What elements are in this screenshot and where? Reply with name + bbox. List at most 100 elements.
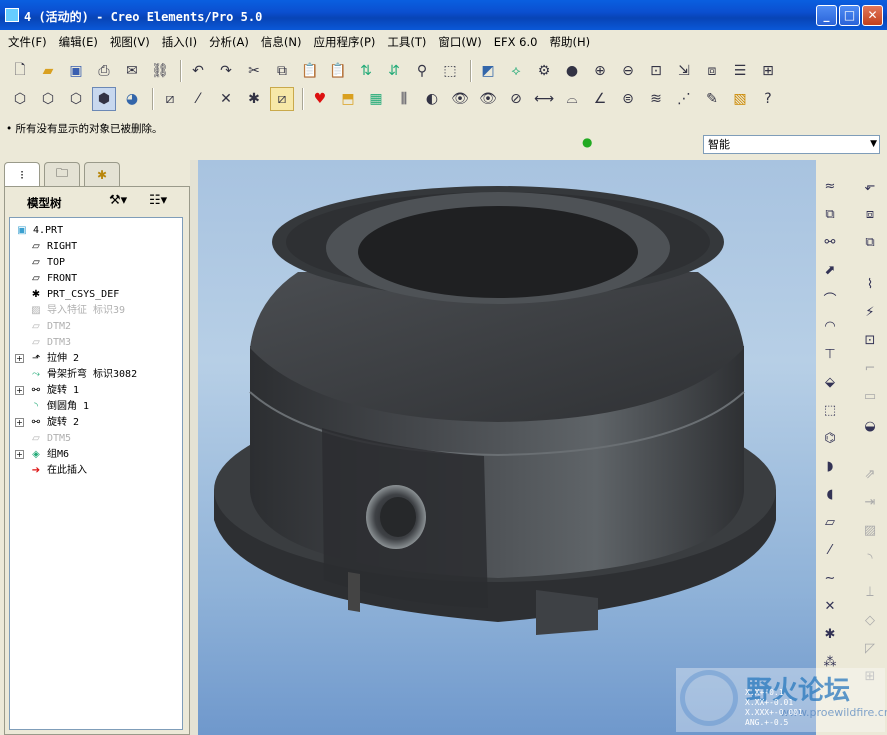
cut-icon[interactable]: ✂ <box>242 59 266 83</box>
datum-point-display-icon[interactable]: ✕ <box>214 87 238 111</box>
expand-toggle-icon[interactable]: + <box>15 450 24 459</box>
tree-item[interactable]: ▱ DTM2 <box>28 318 71 334</box>
rib-tool-icon[interactable]: ◗ <box>818 454 842 478</box>
minimize-button[interactable]: _ <box>816 5 837 26</box>
menu-analysis[interactable]: 分析(A) <box>205 34 257 50</box>
tree-item[interactable]: ▱ RIGHT <box>28 238 77 254</box>
title-bar[interactable]: 4 (活动的) - Creo Elements/Pro 5.0 _ □ ✕ <box>0 0 887 30</box>
datum-point-icon[interactable]: ⬈ <box>818 258 842 282</box>
orient-mode-icon[interactable]: ⚙ <box>532 59 556 83</box>
relations-icon[interactable]: ▧ <box>728 87 752 111</box>
menu-window[interactable]: 窗口(W) <box>434 34 489 50</box>
extend-icon[interactable]: ⌐ <box>858 356 882 380</box>
tree-item[interactable]: ⚯ 旋转 1 <box>28 382 79 398</box>
curvature-icon[interactable]: ≋ <box>644 87 668 111</box>
tree-item[interactable]: ▣ 4.PRT <box>14 222 63 238</box>
graphics-viewport[interactable] <box>198 160 816 735</box>
menu-applications[interactable]: 应用程序(P) <box>309 34 383 50</box>
redo-icon[interactable]: ↷ <box>214 59 238 83</box>
blend-tool-icon[interactable]: ⬙ <box>818 370 842 394</box>
tab-model-tree[interactable]: ⁝ <box>4 162 40 186</box>
model-tree-setup-icon[interactable]: ◕ <box>120 87 144 111</box>
pattern-icon[interactable]: ⌇ <box>858 272 882 296</box>
datum-csys-icon[interactable]: ⧉ <box>818 202 842 226</box>
csys-tool-icon[interactable]: ✱ <box>818 622 842 646</box>
copy-feature-icon[interactable]: ⧈ <box>858 202 882 226</box>
style-icon[interactable]: ◸ <box>858 636 882 660</box>
annotation-display-icon[interactable]: ⧄ <box>270 87 294 111</box>
tree-item[interactable]: ◝ 倒圆角 1 <box>28 398 89 414</box>
tree-item[interactable]: ➔ 在此插入 <box>28 462 87 478</box>
maximize-button[interactable]: □ <box>839 5 860 26</box>
select-box-icon[interactable]: ⬚ <box>438 59 462 83</box>
send-mail-icon[interactable]: ✉ <box>120 59 144 83</box>
layers-icon[interactable]: ☰ <box>728 59 752 83</box>
manufacturing-icon[interactable]: ⬒ <box>336 87 360 111</box>
warp-icon[interactable]: ⟘ <box>858 580 882 604</box>
menu-file[interactable]: 文件(F) <box>4 34 55 50</box>
repaint-icon[interactable]: ◩ <box>476 59 500 83</box>
tree-item[interactable]: ▨ 导入特征 标识39 <box>28 302 125 318</box>
menu-info[interactable]: 信息(N) <box>257 34 310 50</box>
tree-item[interactable]: ▱ FRONT <box>28 270 77 286</box>
refit-icon[interactable]: ⊡ <box>644 59 668 83</box>
measure-distance-icon[interactable]: ⟷ <box>532 87 556 111</box>
show-icon[interactable]: 👁 <box>448 87 472 111</box>
project-icon[interactable]: ▨ <box>858 518 882 542</box>
panel-splitter[interactable] <box>190 160 198 735</box>
open-file-icon[interactable]: ▰ <box>36 59 60 83</box>
mirror-icon[interactable]: ⧉ <box>858 230 882 254</box>
appearance-icon[interactable]: ● <box>560 59 584 83</box>
menu-help[interactable]: 帮助(H) <box>545 34 598 50</box>
tab-folder-browser[interactable]: 🗀 <box>44 162 80 186</box>
point-tool-icon[interactable]: ✕ <box>818 594 842 618</box>
expand-toggle-icon[interactable]: + <box>15 354 24 363</box>
revolve-tool-icon[interactable]: ◠ <box>818 314 842 338</box>
datum-axis-icon[interactable]: ⚯ <box>818 230 842 254</box>
new-file-icon[interactable]: 🗋 <box>8 59 32 83</box>
favorite-icon[interactable]: ♥ <box>308 87 332 111</box>
tree-item[interactable]: ✱ PRT_CSYS_DEF <box>28 286 119 302</box>
measure-angle-icon[interactable]: ∠ <box>588 87 612 111</box>
no-hidden-icon[interactable]: ⬡ <box>64 87 88 111</box>
copy-icon[interactable]: ⧉ <box>270 59 294 83</box>
close-button[interactable]: ✕ <box>862 5 883 26</box>
plane-tool-icon[interactable]: ▱ <box>818 510 842 534</box>
tree-item[interactable]: ◈ 组M6 <box>28 446 69 462</box>
undo-icon[interactable]: ↶ <box>186 59 210 83</box>
offset-icon[interactable]: ▭ <box>858 384 882 408</box>
regenerate-icon[interactable]: ⇅ <box>354 59 378 83</box>
regen-manager-icon[interactable]: ⇵ <box>382 59 406 83</box>
paste-icon[interactable]: 📋 <box>298 59 322 83</box>
intersect-icon[interactable]: ⇥ <box>858 490 882 514</box>
reorient-icon[interactable]: ⇲ <box>672 59 696 83</box>
tab-favorites[interactable]: ✱ <box>84 162 120 186</box>
measure-area-icon[interactable]: ⊜ <box>616 87 640 111</box>
wrap-icon[interactable]: ◝ <box>858 546 882 570</box>
thicken-icon[interactable]: ◒ <box>858 414 882 438</box>
sweep-tool-icon[interactable]: ⊤ <box>818 342 842 366</box>
sketch-icon[interactable]: ✎ <box>700 87 724 111</box>
zoom-in-icon[interactable]: ⊕ <box>588 59 612 83</box>
paste-special-icon[interactable]: 📋 <box>326 59 350 83</box>
print-icon[interactable]: ⎙ <box>92 59 116 83</box>
unhide-icon[interactable]: ⊘ <box>504 87 528 111</box>
menu-edit[interactable]: 编辑(E) <box>55 34 106 50</box>
draft-analysis-icon[interactable]: ⋰ <box>672 87 696 111</box>
selection-filter[interactable]: 智能 ▼ <box>703 135 880 154</box>
context-help-icon[interactable]: ? <box>756 87 780 111</box>
view-manager-icon[interactable]: ⊞ <box>756 59 780 83</box>
shading-icon[interactable]: ⬢ <box>92 87 116 111</box>
shell-tool-icon[interactable]: ⌬ <box>818 426 842 450</box>
curve-tool-icon[interactable]: ∼ <box>818 566 842 590</box>
hole-tool-icon[interactable]: ⬚ <box>818 398 842 422</box>
datum-axis-display-icon[interactable]: ⁄ <box>186 87 210 111</box>
mold-icon[interactable]: ▦ <box>364 87 388 111</box>
solidify-icon[interactable]: ⇗ <box>858 462 882 486</box>
expand-toggle-icon[interactable]: + <box>15 386 24 395</box>
tree-item[interactable]: ▱ DTM5 <box>28 430 71 446</box>
save-icon[interactable]: ▣ <box>64 59 88 83</box>
expand-toggle-icon[interactable]: + <box>15 418 24 427</box>
tree-item[interactable]: ⤳ 骨架折弯 标识3082 <box>28 366 137 382</box>
tree-item[interactable]: ⬏ 拉伸 2 <box>28 350 79 366</box>
